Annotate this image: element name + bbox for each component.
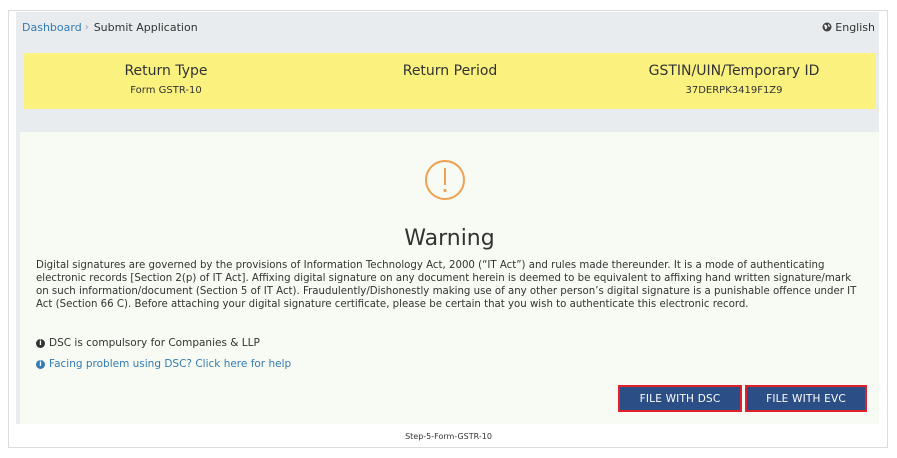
globe-icon: [822, 22, 832, 32]
dsc-help-link[interactable]: i Facing problem using DSC? Click here f…: [36, 358, 291, 370]
file-with-evc-button[interactable]: FILE WITH EVC: [745, 385, 867, 412]
warning-panel: Warning Digital signatures are governed …: [16, 132, 879, 424]
return-period-heading: Return Period: [402, 63, 498, 79]
breadcrumb-dashboard-link[interactable]: Dashboard: [22, 21, 82, 34]
exclamation-circle-icon: [425, 160, 465, 200]
dsc-compulsory-text: DSC is compulsory for Companies & LLP: [49, 337, 260, 349]
warning-title: Warning: [404, 226, 495, 251]
dsc-compulsory-note: i DSC is compulsory for Companies & LLP: [36, 337, 260, 349]
gstin-heading: GSTIN/UIN/Temporary ID: [648, 63, 820, 79]
breadcrumb-current: Submit Application: [93, 20, 198, 34]
info-icon: i: [36, 338, 45, 348]
gstin-value: 37DERPK3419F1Z9: [685, 85, 783, 96]
file-with-dsc-button[interactable]: FILE WITH DSC: [618, 385, 742, 412]
return-period-column: Return Period: [308, 53, 592, 109]
language-selector[interactable]: English: [822, 21, 875, 34]
return-info-header: Return Type Form GSTR-10 Return Period G…: [24, 53, 876, 109]
breadcrumb-separator: ›: [84, 21, 89, 33]
gstin-column: GSTIN/UIN/Temporary ID 37DERPK3419F1Z9: [592, 53, 876, 109]
top-bar: Dashboard › Submit Application English: [16, 12, 879, 42]
dsc-help-text[interactable]: Facing problem using DSC? Click here for…: [49, 358, 291, 370]
language-label: English: [835, 20, 875, 34]
return-type-value: Form GSTR-10: [130, 85, 202, 96]
info-icon: i: [36, 359, 45, 369]
return-type-column: Return Type Form GSTR-10: [24, 53, 308, 109]
breadcrumb: Dashboard › Submit Application: [22, 21, 198, 34]
figure-caption: Step-5-Form-GSTR-10: [405, 432, 492, 441]
return-type-heading: Return Type: [124, 63, 208, 79]
warning-text: Digital signatures are governed by the p…: [36, 260, 857, 310]
